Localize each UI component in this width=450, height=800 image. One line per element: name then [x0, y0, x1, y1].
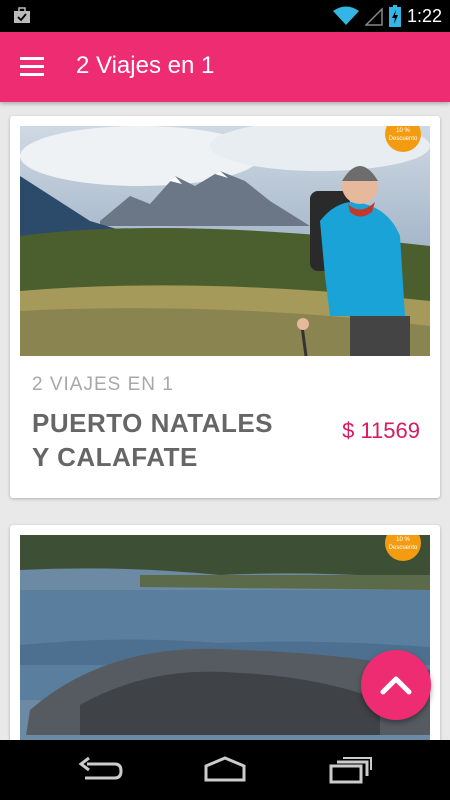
- tour-image-mountains: 10 % Descuento: [20, 126, 430, 356]
- svg-text:10 %: 10 %: [396, 128, 410, 134]
- tour-card[interactable]: 10 % Descuento 2 VIAJES EN 1 PUERTO NATA…: [10, 116, 440, 498]
- tour-category: 2 VIAJES EN 1: [32, 374, 174, 395]
- briefcase-icon: [14, 7, 30, 23]
- discount-badge: 10 % Descuento: [385, 126, 421, 152]
- tour-price: $ 11569: [342, 418, 420, 443]
- wifi-icon: [332, 6, 359, 25]
- tour-title: PUERTO NATALES Y CALAFATE: [32, 408, 274, 472]
- tour-list[interactable]: 10 % Descuento 2 VIAJES EN 1 PUERTO NATA…: [0, 102, 450, 740]
- back-icon[interactable]: [75, 754, 125, 786]
- status-bar: 1:22: [0, 0, 450, 32]
- status-time: 1:22: [406, 5, 442, 26]
- chevron-up-icon: [380, 676, 412, 695]
- battery-charging-icon: [388, 5, 401, 27]
- app-title: 2 Viajes en 1: [76, 52, 215, 79]
- recent-apps-icon[interactable]: [325, 754, 375, 786]
- tour-image-lake: 10 % Descuento: [20, 535, 430, 740]
- svg-text:Descuento: Descuento: [389, 545, 418, 551]
- hamburger-menu-icon[interactable]: [20, 54, 50, 80]
- home-icon[interactable]: [200, 754, 250, 786]
- signal-icon: [364, 7, 383, 26]
- svg-text:10 %: 10 %: [396, 537, 410, 543]
- discount-badge: 10 % Descuento: [385, 535, 421, 561]
- app-bar: 2 Viajes en 1: [0, 32, 450, 102]
- svg-text:Descuento: Descuento: [389, 136, 418, 142]
- navigation-bar: [0, 740, 450, 800]
- scroll-top-button[interactable]: [361, 650, 431, 720]
